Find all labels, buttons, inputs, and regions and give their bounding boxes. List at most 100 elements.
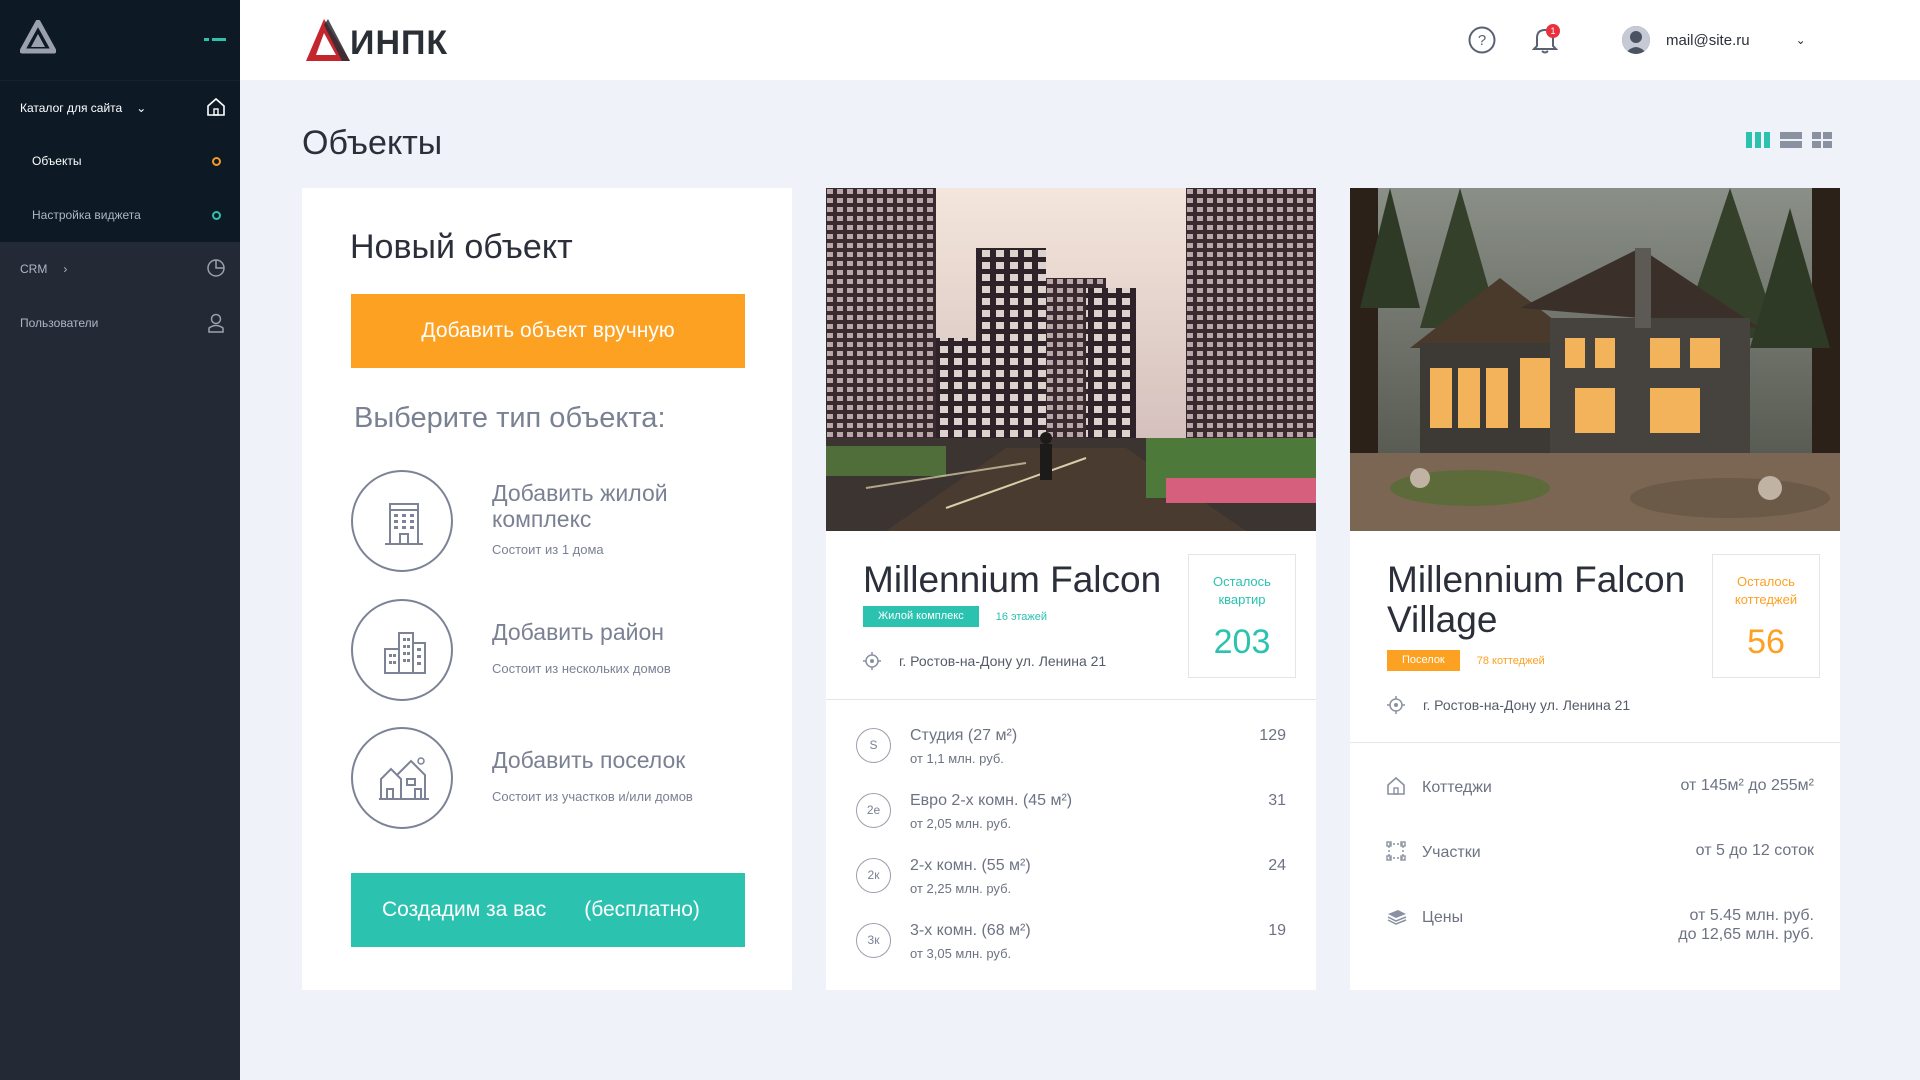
flat-name: Евро 2-х комн. (45 м²) bbox=[910, 792, 1073, 809]
create-for-you-free: (бесплатно) bbox=[584, 898, 700, 921]
sidebar-item-objects[interactable]: Объекты bbox=[0, 134, 240, 188]
location-target-icon bbox=[863, 652, 881, 670]
list-item[interactable]: S Студия (27 м²) от 1,1 млн. руб. 129 bbox=[856, 727, 1286, 784]
flat-count: 19 bbox=[1268, 922, 1286, 939]
sidebar-item-widget-settings[interactable]: Настройка виджета bbox=[0, 188, 240, 242]
remaining-counter: Осталось коттеджей 56 bbox=[1712, 554, 1820, 678]
list-item[interactable]: 2е Евро 2-х комн. (45 м²) от 2,05 млн. р… bbox=[856, 792, 1286, 849]
tile-view-icon[interactable] bbox=[1812, 132, 1832, 148]
row-value: от 145м² до 255м² bbox=[1680, 777, 1815, 794]
choose-type-heading: Выберите тип объекта: bbox=[354, 402, 666, 434]
flat-type-badge: 3к bbox=[856, 923, 891, 958]
object-name: Millennium Falcon bbox=[863, 559, 1162, 600]
object-address: г. Ростов-на-Дону ул. Ленина 21 bbox=[863, 652, 1106, 670]
object-card[interactable]: Millennium Falcon Village Поселок 78 кот… bbox=[1350, 188, 1840, 990]
sidebar-item-label: Объекты bbox=[32, 154, 82, 168]
help-icon[interactable]: ? bbox=[1468, 26, 1496, 54]
list-view-icon[interactable] bbox=[1780, 132, 1802, 148]
remaining-label: Осталось коттеджей bbox=[1734, 574, 1798, 607]
remaining-count: 56 bbox=[1747, 623, 1785, 661]
chevron-down-icon[interactable]: ⌄ bbox=[1796, 33, 1806, 47]
notifications-badge: 1 bbox=[1546, 24, 1560, 38]
object-tags: Поселок 78 коттеджей bbox=[1387, 650, 1545, 671]
sidebar-item-catalog[interactable]: Каталог для сайта ⌄ bbox=[0, 80, 240, 134]
sidebar-item-label: Настройка виджета bbox=[32, 208, 141, 222]
option-title: Добавить жилой комплекс bbox=[492, 480, 668, 532]
money-stack-icon bbox=[1387, 910, 1407, 925]
row-label: Участки bbox=[1422, 844, 1481, 861]
add-residential-complex-option[interactable]: Добавить жилой комплекс Состоит из 1 дом… bbox=[349, 470, 749, 574]
brand-logo-icon bbox=[306, 18, 350, 61]
sidebar-item-users[interactable]: Пользователи bbox=[0, 296, 240, 350]
option-circle bbox=[351, 727, 453, 829]
list-item[interactable]: 3к 3-х комн. (68 м²) от 3,05 млн. руб. 1… bbox=[856, 922, 1286, 979]
sidebar-collapse-icon[interactable] bbox=[204, 38, 226, 41]
add-object-manually-button[interactable]: Добавить объект вручную bbox=[351, 294, 745, 368]
option-title: Добавить поселок bbox=[492, 747, 686, 773]
create-for-you-button[interactable]: Создадим за вас (бесплатно) bbox=[351, 873, 745, 947]
flat-count: 24 bbox=[1268, 857, 1286, 874]
divider bbox=[1350, 742, 1840, 743]
notifications-button[interactable]: 1 bbox=[1531, 24, 1560, 59]
flat-type-badge: 2е bbox=[856, 793, 891, 828]
object-tags: Жилой комплекс 16 этажей bbox=[863, 606, 1047, 627]
option-circle bbox=[351, 470, 453, 572]
sidebar-item-label: Пользователи bbox=[20, 316, 99, 330]
object-type-note: 16 этажей bbox=[995, 610, 1048, 623]
brand-logo[interactable]: ИНПК bbox=[302, 16, 448, 63]
plot-area-icon bbox=[1386, 841, 1406, 861]
building-icon bbox=[385, 503, 423, 545]
flat-name: 2-х комн. (55 м²) bbox=[910, 857, 1031, 874]
view-toggle bbox=[1746, 132, 1832, 148]
object-name: Millennium Falcon Village bbox=[1387, 559, 1686, 640]
add-village-option[interactable]: Добавить поселок Состоит из участков и/и… bbox=[349, 727, 749, 831]
flat-price: от 2,25 млн. руб. bbox=[910, 881, 1012, 896]
object-type-note: 78 коттеджей bbox=[1476, 654, 1545, 667]
flat-price: от 1,1 млн. руб. bbox=[910, 751, 1004, 766]
flat-price: от 3,05 млн. руб. bbox=[910, 946, 1012, 961]
divider bbox=[826, 699, 1316, 700]
object-type-badge: Поселок bbox=[1387, 650, 1460, 671]
flat-price: от 2,05 млн. руб. bbox=[910, 816, 1012, 831]
row-label: Цены bbox=[1422, 909, 1464, 926]
avatar bbox=[1622, 26, 1650, 54]
object-address: г. Ростов-на-Дону ул. Ленина 21 bbox=[1387, 696, 1630, 714]
add-district-option[interactable]: Добавить район Состоит из нескольких дом… bbox=[349, 599, 749, 703]
remaining-label: Осталось квартир bbox=[1213, 574, 1271, 607]
app-logo-icon[interactable] bbox=[20, 20, 56, 54]
flat-name: 3-х комн. (68 м²) bbox=[910, 922, 1031, 939]
city-buildings-icon bbox=[384, 632, 426, 674]
new-object-title: Новый объект bbox=[350, 228, 573, 266]
option-title: Добавить район bbox=[492, 619, 664, 645]
house-icon bbox=[1387, 776, 1405, 795]
chevron-down-icon: ⌄ bbox=[136, 100, 147, 115]
option-description: Состоит из 1 дома bbox=[492, 542, 604, 557]
flat-name: Студия (27 м²) bbox=[910, 727, 1018, 744]
object-card[interactable]: Millennium Falcon Жилой комплекс 16 этаж… bbox=[826, 188, 1316, 990]
svg-text:?: ? bbox=[1478, 32, 1486, 49]
home-icon bbox=[207, 97, 225, 116]
sidebar-item-crm[interactable]: CRM › bbox=[0, 242, 240, 296]
brand-name: ИНПК bbox=[350, 24, 449, 62]
create-for-you-label: Создадим за вас bbox=[382, 898, 547, 921]
address-text: г. Ростов-на-Дону ул. Ленина 21 bbox=[899, 653, 1107, 669]
sidebar-header bbox=[0, 0, 240, 80]
user-icon bbox=[208, 313, 224, 333]
status-dot-icon bbox=[212, 157, 221, 166]
chevron-right-icon: › bbox=[63, 262, 68, 276]
sidebar-item-label: Каталог для сайта bbox=[20, 100, 123, 115]
remaining-count: 203 bbox=[1213, 623, 1271, 661]
grid-columns-view-icon[interactable] bbox=[1746, 132, 1770, 148]
list-item[interactable]: 2к 2-х комн. (55 м²) от 2,25 млн. руб. 2… bbox=[856, 857, 1286, 914]
option-description: Состоит из участков и/или домов bbox=[492, 789, 693, 804]
topbar: ИНПК ? 1 mail@site.ru ⌄ bbox=[240, 0, 1920, 80]
status-dot-icon bbox=[212, 211, 221, 220]
location-target-icon bbox=[1387, 696, 1405, 714]
flat-count: 129 bbox=[1259, 727, 1286, 744]
option-circle bbox=[351, 599, 453, 701]
village-houses-icon bbox=[379, 757, 429, 800]
sidebar-item-label: CRM bbox=[20, 262, 48, 276]
option-description: Состоит из нескольких домов bbox=[492, 661, 671, 676]
user-menu[interactable]: mail@site.ru ⌄ bbox=[1622, 26, 1806, 54]
page-title: Объекты bbox=[302, 124, 443, 162]
